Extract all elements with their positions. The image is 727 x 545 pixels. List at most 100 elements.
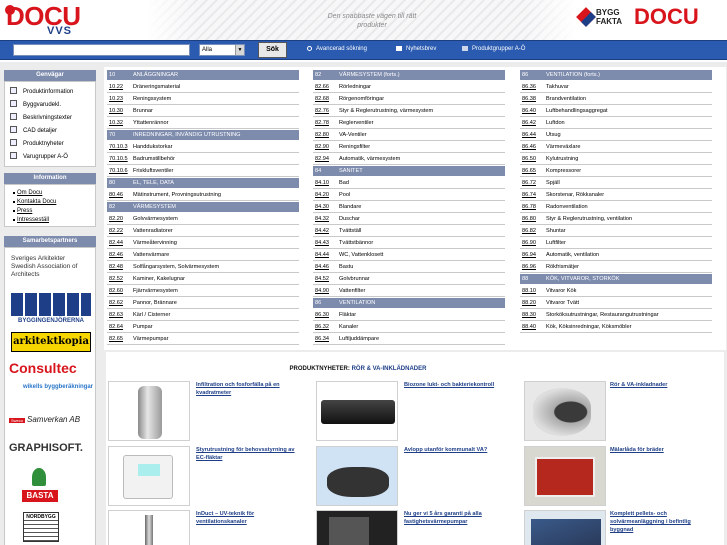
category-row[interactable]: 86.50 Kylutrustning xyxy=(520,154,712,165)
category-code-link[interactable]: 86.42 xyxy=(522,118,536,128)
category-code-link[interactable]: 86.44 xyxy=(522,130,536,140)
category-code-link[interactable]: 82.44 xyxy=(109,238,123,248)
category-name[interactable]: Golvbrunnar xyxy=(339,274,370,284)
byggfakta-logo-text[interactable]: BYGG FAKTA xyxy=(596,8,622,26)
category-code-link[interactable]: 82.62 xyxy=(109,298,123,308)
category-row[interactable]: 88.30 Storköksutrustningar, Restaurangutr… xyxy=(520,310,712,321)
product-thumb-8[interactable] xyxy=(316,510,398,545)
partner-sveriges-arkitekter[interactable]: Sveriges Arkitekter Swedish Association … xyxy=(11,255,91,279)
category-code-link[interactable]: 70.10.5 xyxy=(109,154,128,164)
category-row[interactable]: 84.46 Bastu xyxy=(313,262,505,273)
category-row[interactable]: 82.66 Rörledningar xyxy=(313,82,505,93)
category-code-link[interactable]: 86.80 xyxy=(522,214,536,224)
category-row[interactable]: 82.65 Värmepumpar xyxy=(107,334,299,345)
category-code-link[interactable]: 86.72 xyxy=(522,178,536,188)
category-row[interactable]: 10.22 Dräneringsmaterial xyxy=(107,82,299,93)
category-row[interactable]: 84.52 Golvbrunnar xyxy=(313,274,505,285)
category-code-link[interactable]: 82.63 xyxy=(109,310,123,320)
category-row[interactable]: 84.90 Vattenfilter xyxy=(313,286,505,297)
category-code-link[interactable]: 80.46 xyxy=(109,190,123,200)
category-code-link[interactable]: 86.38 xyxy=(522,94,536,104)
category-row[interactable]: 80.46 Mätinstrument, Provningsutrustning xyxy=(107,190,299,201)
category-code-link[interactable]: 10.22 xyxy=(109,82,123,92)
category-name[interactable]: Kök, Köksinredningar, Köksmöbler xyxy=(546,322,632,332)
category-row[interactable]: 82.63 Kärl / Cisterner xyxy=(107,310,299,321)
category-name[interactable]: Dräneringsmaterial xyxy=(133,82,180,92)
product-thumb-9[interactable] xyxy=(524,510,606,545)
info-link-press[interactable]: Press xyxy=(13,207,32,215)
category-row[interactable]: 88.10 Vitvaror Kök xyxy=(520,286,712,297)
category-name[interactable]: Kylutrustning xyxy=(546,154,578,164)
category-code-link[interactable]: 86.30 xyxy=(315,310,329,320)
category-code-link[interactable]: 88.40 xyxy=(522,322,536,332)
category-name[interactable]: Bastu xyxy=(339,262,353,272)
partner-wikells[interactable]: wikells byggberäkningar xyxy=(9,384,93,391)
product-thumb-5[interactable] xyxy=(316,446,398,506)
search-category-select[interactable]: Alla ▼ xyxy=(199,44,245,56)
product-link-7[interactable]: InDuct – UV-teknik för ventilationskanal… xyxy=(196,510,296,526)
shortcut-product-info[interactable]: Produktinformation xyxy=(10,87,73,96)
category-code-link[interactable]: 82.64 xyxy=(109,322,123,332)
partner-consultec[interactable]: Consultec xyxy=(9,360,93,376)
category-code-link[interactable]: 86.32 xyxy=(315,322,329,332)
product-thumb-1[interactable] xyxy=(108,381,190,441)
category-code-link[interactable]: 82.90 xyxy=(315,142,329,152)
info-link-interest[interactable]: Intresseställ xyxy=(13,216,49,224)
category-code-link[interactable]: 86.96 xyxy=(522,262,536,272)
category-code-link[interactable]: 82.68 xyxy=(315,94,329,104)
category-name[interactable]: Duschar xyxy=(339,214,360,224)
category-code-link[interactable]: 82.78 xyxy=(315,118,329,128)
category-name[interactable]: Radonventilation xyxy=(546,202,588,212)
category-name[interactable]: Reningsfilter xyxy=(339,142,370,152)
category-code-link[interactable]: 10.32 xyxy=(109,118,123,128)
category-code-link[interactable]: 82.52 xyxy=(109,274,123,284)
category-row[interactable]: 86.42 Luftdon xyxy=(520,118,712,129)
category-name[interactable]: Vattenradiatorer xyxy=(133,226,173,236)
category-code-link[interactable]: 82.22 xyxy=(109,226,123,236)
category-row[interactable]: 82.46 Vattenvärmare xyxy=(107,250,299,261)
category-name[interactable]: Pannor, Brännare xyxy=(133,298,177,308)
category-row[interactable]: 88.40 Kök, Köksinredningar, Köksmöbler xyxy=(520,322,712,333)
partner-samverkan[interactable]: Samverkan AB xyxy=(27,415,93,425)
category-name[interactable]: Solfångarsystem, Solvärmesystem xyxy=(133,262,219,272)
category-name[interactable]: Rökfrismätjer xyxy=(546,262,579,272)
category-row[interactable]: 82.94 Automatik, värmesystem xyxy=(313,154,505,165)
product-link-6[interactable]: Mälarlåda för bräder xyxy=(610,446,710,454)
category-name[interactable]: Friskluftsventiler xyxy=(133,166,173,176)
category-name[interactable]: Värmeåtervinning xyxy=(133,238,177,248)
product-news-category-link[interactable]: RÖR & VA-INKLÄDNADER xyxy=(352,366,427,372)
category-row[interactable]: 86.96 Rökfrismätjer xyxy=(520,262,712,273)
category-name[interactable]: Vattenfilter xyxy=(339,286,365,296)
category-row[interactable]: 86.40 Luftbehandlingsaggregat xyxy=(520,106,712,117)
category-row[interactable]: 86.78 Radonventilation xyxy=(520,202,712,213)
category-code-link[interactable]: 84.30 xyxy=(315,202,329,212)
category-code-link[interactable]: 86.90 xyxy=(522,238,536,248)
category-code-link[interactable]: 88.10 xyxy=(522,286,536,296)
category-code-link[interactable]: 84.90 xyxy=(315,286,329,296)
category-name[interactable]: Kärl / Cisterner xyxy=(133,310,170,320)
category-row[interactable]: 82.60 Fjärrvärmesystem xyxy=(107,286,299,297)
partner-arkitektkopia[interactable]: arkitektkopia xyxy=(11,332,91,352)
category-name[interactable]: Styr & Reglerutrustning, ventilation xyxy=(546,214,632,224)
category-name[interactable]: Fjärrvärmesystem xyxy=(133,286,178,296)
category-code-link[interactable]: 84.10 xyxy=(315,178,329,188)
category-code-link[interactable]: 86.94 xyxy=(522,250,536,260)
category-name[interactable]: Luftfilter xyxy=(546,238,566,248)
category-row[interactable]: 88.20 Vitvaror Tvätt xyxy=(520,298,712,309)
category-name[interactable]: Luftdon xyxy=(546,118,565,128)
category-code-link[interactable]: 86.78 xyxy=(522,202,536,212)
category-name[interactable]: Kanaler xyxy=(339,322,358,332)
category-code-link[interactable]: 84.20 xyxy=(315,190,329,200)
info-link-contact[interactable]: Kontakta Docu xyxy=(13,198,56,206)
info-link-about[interactable]: Om Docu xyxy=(13,189,42,197)
partner-byggingenjorerna-logo-icon[interactable] xyxy=(11,293,91,316)
chevron-down-icon[interactable]: ▼ xyxy=(235,45,244,55)
category-code-link[interactable]: 84.46 xyxy=(315,262,329,272)
search-input[interactable] xyxy=(13,44,190,56)
product-thumb-2[interactable] xyxy=(316,381,398,441)
category-code-link[interactable]: 88.30 xyxy=(522,310,536,320)
category-name[interactable]: VA-Ventiler xyxy=(339,130,367,140)
product-groups-link[interactable]: Produktgrupper A-Ö xyxy=(462,45,525,54)
category-name[interactable]: Shuntar xyxy=(546,226,566,236)
product-thumb-4[interactable] xyxy=(108,446,190,506)
